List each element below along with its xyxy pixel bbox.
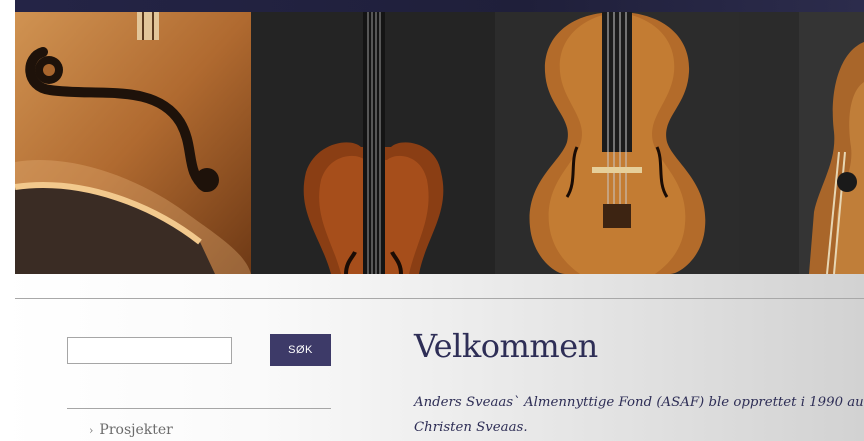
banner-image-cello (739, 12, 864, 274)
banner-image-viola (251, 12, 495, 274)
sidebar-nav: › Prosjekter (89, 420, 173, 441)
intro-text: Anders Sveaas` Almennyttige Fond (ASAF) … (414, 395, 864, 435)
sidebar-divider (67, 408, 331, 409)
chevron-right-icon: › (89, 424, 94, 437)
sidebar-item-prosjekter[interactable]: › Prosjekter (89, 420, 173, 441)
banner-image-f-hole (15, 12, 251, 274)
top-bar (15, 0, 864, 12)
header-divider (15, 298, 864, 299)
sidebar-item-label: Prosjekter (99, 422, 173, 438)
search-input[interactable] (67, 337, 232, 364)
header-banner (15, 12, 864, 274)
page-title: Velkommen (414, 327, 598, 365)
banner-image-violin (495, 12, 739, 274)
search-button[interactable]: SØK (270, 334, 331, 366)
